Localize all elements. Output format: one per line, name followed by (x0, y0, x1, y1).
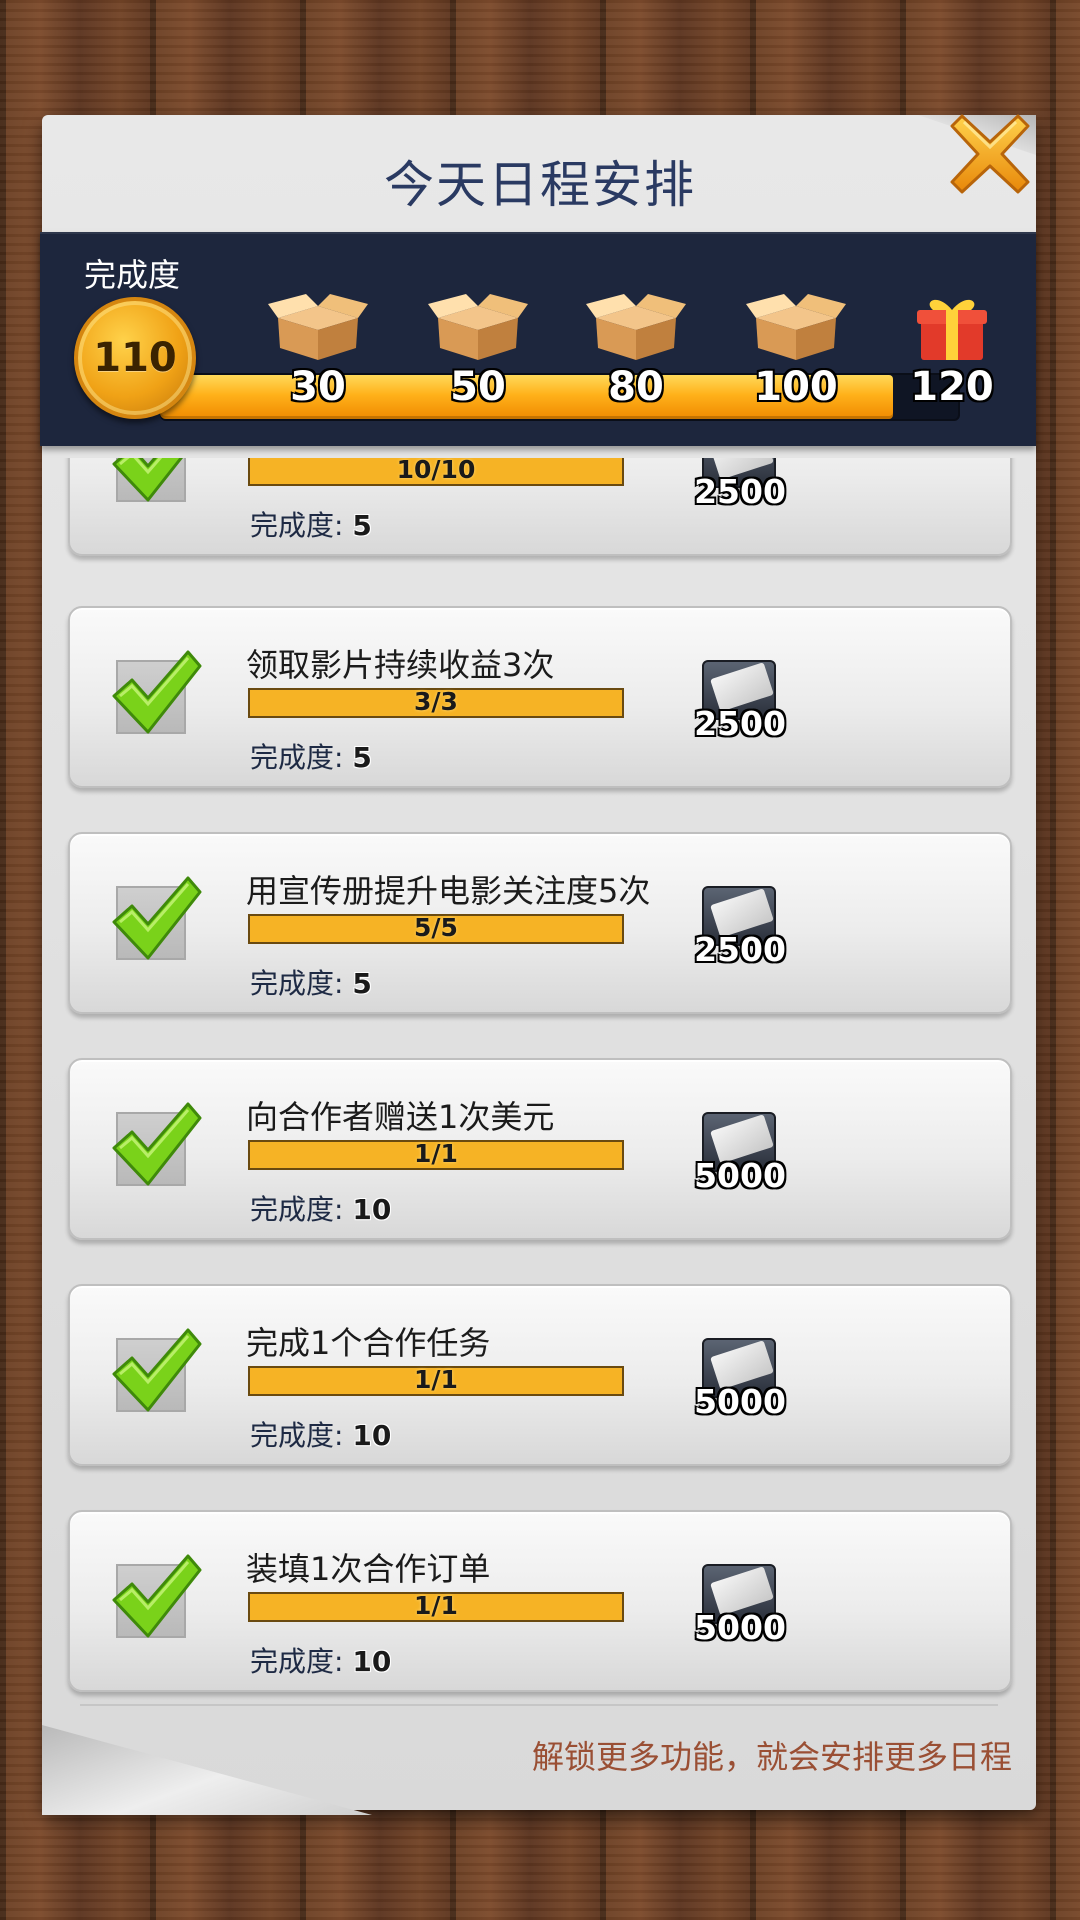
task-progress-text: 1/1 (414, 1139, 458, 1168)
reward-amount: 2500 (694, 472, 786, 511)
task-points: 完成度: 10 (250, 1188, 391, 1228)
task-progress-text: 3/3 (414, 687, 458, 716)
milestone-value: 120 (910, 364, 994, 410)
task-points: 完成度: 5 (250, 504, 372, 544)
task-reward: 2500 (694, 886, 786, 982)
task-progress-bar: 1/1 (248, 1139, 624, 1170)
task-card: 向合作者赠送1次美元 1/1 完成度: 10 5000 (68, 1058, 1012, 1240)
gift-box-icon (917, 299, 987, 360)
task-title: 向合作者赠送1次美元 (246, 1098, 555, 1136)
milestone-value: 50 (450, 364, 506, 410)
task-reward: 2500 (694, 660, 786, 756)
task-points-value: 10 (352, 1419, 392, 1452)
open-box-icon (428, 294, 528, 360)
close-x-icon (950, 114, 1030, 194)
close-button[interactable] (948, 112, 1032, 196)
milestone-value: 100 (754, 364, 838, 410)
task-title: 完成1个合作任务 (246, 1324, 491, 1362)
task-reward: 2500 (694, 458, 786, 524)
checkmark-icon (112, 650, 202, 734)
reward-amount: 2500 (694, 930, 786, 969)
milestone-value: 80 (608, 364, 664, 410)
task-points-label: 完成度: (250, 741, 344, 774)
task-points-label: 完成度: (250, 967, 344, 1000)
task-title: 装填1次合作订单 (246, 1550, 491, 1588)
task-card: 装填1次合作订单 1/1 完成度: 10 5000 (68, 1510, 1012, 1692)
task-progress-bar: 10/10 (248, 458, 624, 486)
open-box-icon (268, 294, 368, 360)
checkmark-icon (112, 458, 184, 502)
task-reward: 5000 (694, 1112, 786, 1208)
open-box-icon (746, 294, 846, 360)
task-progress-bar: 3/3 (248, 687, 624, 718)
task-card: 完成1个合作任务 1/1 完成度: 10 5000 (68, 1284, 1012, 1466)
reward-amount: 2500 (694, 704, 786, 743)
task-reward: 5000 (694, 1338, 786, 1434)
milestone-120[interactable]: 120 (892, 288, 1012, 410)
task-title: 用宣传册提升电影关注度5次 (246, 872, 651, 910)
task-points-label: 完成度: (250, 1419, 344, 1452)
task-reward: 5000 (694, 1564, 786, 1660)
unlock-hint: 解锁更多功能，就会安排更多日程 (531, 1738, 1012, 1776)
task-card: 10/10 完成度: 5 2500 (68, 458, 1012, 556)
task-points-value: 10 (352, 1645, 392, 1678)
reward-amount: 5000 (694, 1608, 786, 1647)
task-points-label: 完成度: (250, 509, 344, 542)
task-points-value: 5 (352, 741, 372, 774)
task-points: 完成度: 10 (250, 1414, 391, 1454)
checkmark-icon (112, 1554, 202, 1638)
task-progress-bar: 1/1 (248, 1365, 624, 1396)
footer-divider (80, 1704, 998, 1706)
task-progress-text: 10/10 (396, 458, 476, 484)
panel-title: 今天日程安排 (384, 156, 696, 214)
task-card: 领取影片持续收益3次 3/3 完成度: 5 2500 (68, 606, 1012, 788)
task-points-label: 完成度: (250, 1193, 344, 1226)
reward-amount: 5000 (694, 1156, 786, 1195)
completion-score-value: 110 (93, 335, 177, 381)
task-list[interactable]: 10/10 完成度: 5 2500 领取影片持续收益3次 3/3 完成度: 5 … (60, 458, 1020, 1700)
open-box-icon (586, 294, 686, 360)
completion-label: 完成度 (84, 256, 181, 294)
task-points-value: 10 (352, 1193, 392, 1226)
milestone-80[interactable]: 80 (576, 292, 696, 410)
task-points-label: 完成度: (250, 1645, 344, 1678)
checkmark-icon (112, 1328, 202, 1412)
task-points-value: 5 (352, 509, 372, 542)
task-points: 完成度: 5 (250, 736, 372, 776)
task-progress-text: 1/1 (414, 1591, 458, 1620)
task-points: 完成度: 5 (250, 962, 372, 1002)
milestone-100[interactable]: 100 (736, 292, 856, 410)
reward-amount: 5000 (694, 1382, 786, 1421)
checkmark-icon (112, 1102, 202, 1186)
completion-score-badge: 110 (74, 297, 196, 419)
task-progress-text: 1/1 (414, 1365, 458, 1394)
task-title: 领取影片持续收益3次 (246, 646, 555, 684)
task-points-value: 5 (352, 967, 372, 1000)
task-progress-bar: 1/1 (248, 1591, 624, 1622)
task-progress-text: 5/5 (414, 913, 458, 942)
task-card: 用宣传册提升电影关注度5次 5/5 完成度: 5 2500 (68, 832, 1012, 1014)
milestone-value: 30 (290, 364, 346, 410)
task-progress-bar: 5/5 (248, 913, 624, 944)
checkmark-icon (112, 876, 202, 960)
milestone-30[interactable]: 30 (258, 292, 378, 410)
task-points: 完成度: 10 (250, 1640, 391, 1680)
milestone-50[interactable]: 50 (418, 292, 538, 410)
